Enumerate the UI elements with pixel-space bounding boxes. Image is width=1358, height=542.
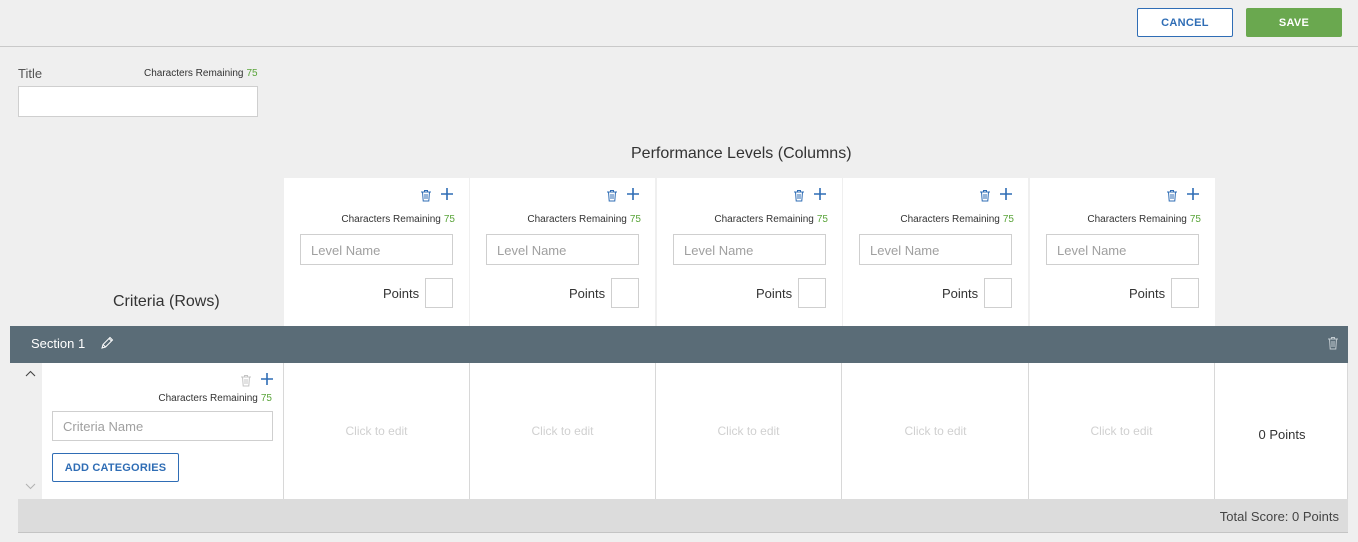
criteria-heading: Criteria (Rows) [113, 293, 220, 310]
level-column: Characters Remaining 75 Level Name Points [843, 178, 1028, 326]
characters-remaining-count: 75 [443, 214, 455, 225]
points-label: Points [383, 286, 420, 301]
total-score-bar: Total Score: 0 Points [18, 499, 1348, 533]
points-input[interactable] [1171, 278, 1199, 308]
level-column: Characters Remaining 75 Level Name Points [657, 178, 842, 326]
level-column: Characters Remaining 75 Level Name Points [1030, 178, 1215, 326]
plus-icon[interactable] [1186, 187, 1200, 201]
top-bar: CANCEL SAVE [0, 0, 1358, 47]
section-header: Section 1 [10, 326, 1348, 363]
points-label: Points [1129, 286, 1166, 301]
level-column: Characters Remaining 75 Level Name Points [284, 178, 469, 326]
characters-remaining-label: Characters Remaining [144, 68, 244, 79]
row-points: 0 Points [1258, 427, 1306, 442]
points-input[interactable] [611, 278, 639, 308]
level-characters-remaining: Characters Remaining 75 [714, 214, 828, 225]
criteria-name-input[interactable]: Criteria Name [52, 411, 273, 441]
level-column: Characters Remaining 75 Level Name Points [470, 178, 655, 326]
row-reorder-handle [18, 363, 42, 499]
characters-remaining-label: Characters Remaining [341, 214, 441, 225]
points-label: Points [756, 286, 793, 301]
points-input[interactable] [425, 278, 453, 308]
characters-remaining-label: Characters Remaining [158, 393, 258, 404]
plus-icon[interactable] [440, 187, 454, 201]
title-characters-remaining: Characters Remaining 75 [144, 68, 258, 79]
level-name-input[interactable]: Level Name [486, 234, 639, 265]
characters-remaining-count: 75 [816, 214, 828, 225]
plus-icon[interactable] [626, 187, 640, 201]
characters-remaining-count: 75 [629, 214, 641, 225]
chevron-down-icon[interactable] [25, 483, 36, 490]
characters-remaining-label: Characters Remaining [527, 214, 627, 225]
cancel-button[interactable]: CANCEL [1137, 8, 1233, 37]
chevron-up-icon[interactable] [25, 370, 36, 377]
trash-icon[interactable] [1166, 189, 1178, 202]
rating-cell[interactable]: Click to edit [843, 363, 1029, 499]
trash-icon[interactable] [240, 374, 252, 387]
level-characters-remaining: Characters Remaining 75 [900, 214, 1014, 225]
rating-cell[interactable]: Click to edit [656, 363, 842, 499]
section-name: Section 1 [31, 336, 86, 351]
level-characters-remaining: Characters Remaining 75 [341, 214, 455, 225]
rating-cell[interactable]: Click to edit [284, 363, 470, 499]
level-characters-remaining: Characters Remaining 75 [527, 214, 641, 225]
characters-remaining-count: 75 [1002, 214, 1014, 225]
level-name-input[interactable]: Level Name [859, 234, 1012, 265]
level-name-input[interactable]: Level Name [1046, 234, 1199, 265]
characters-remaining-count: 75 [260, 393, 272, 404]
points-label: Points [942, 286, 979, 301]
performance-levels-heading: Performance Levels (Columns) [631, 145, 852, 162]
trash-icon[interactable] [979, 189, 991, 202]
characters-remaining-label: Characters Remaining [900, 214, 1000, 225]
trash-icon[interactable] [793, 189, 805, 202]
characters-remaining-count: 75 [1189, 214, 1201, 225]
criteria-characters-remaining: Characters Remaining 75 [158, 393, 272, 404]
save-button[interactable]: SAVE [1246, 8, 1342, 37]
criteria-row: Characters Remaining 75 Criteria Name ADD… [18, 363, 1348, 499]
total-score: Total Score: 0 Points [1219, 509, 1339, 524]
level-name-input[interactable]: Level Name [673, 234, 826, 265]
trash-icon[interactable] [420, 189, 432, 202]
plus-icon[interactable] [260, 372, 274, 386]
level-name-input[interactable]: Level Name [300, 234, 453, 265]
title-label: Title [18, 66, 43, 81]
points-input[interactable] [984, 278, 1012, 308]
title-input[interactable] [18, 86, 258, 117]
rating-cell[interactable]: Click to edit [1029, 363, 1215, 499]
plus-icon[interactable] [813, 187, 827, 201]
add-categories-button[interactable]: ADD CATEGORIES [52, 453, 179, 482]
points-label: Points [569, 286, 606, 301]
characters-remaining-count: 75 [246, 68, 258, 79]
characters-remaining-label: Characters Remaining [1087, 214, 1187, 225]
trash-icon[interactable] [1327, 336, 1339, 350]
rating-cell[interactable]: Click to edit [470, 363, 656, 499]
points-input[interactable] [798, 278, 826, 308]
criteria-cell: Characters Remaining 75 Criteria Name ADD… [42, 363, 284, 499]
plus-icon[interactable] [999, 187, 1013, 201]
characters-remaining-label: Characters Remaining [714, 214, 814, 225]
trash-icon[interactable] [606, 189, 618, 202]
pencil-icon[interactable] [100, 336, 114, 350]
level-characters-remaining: Characters Remaining 75 [1087, 214, 1201, 225]
